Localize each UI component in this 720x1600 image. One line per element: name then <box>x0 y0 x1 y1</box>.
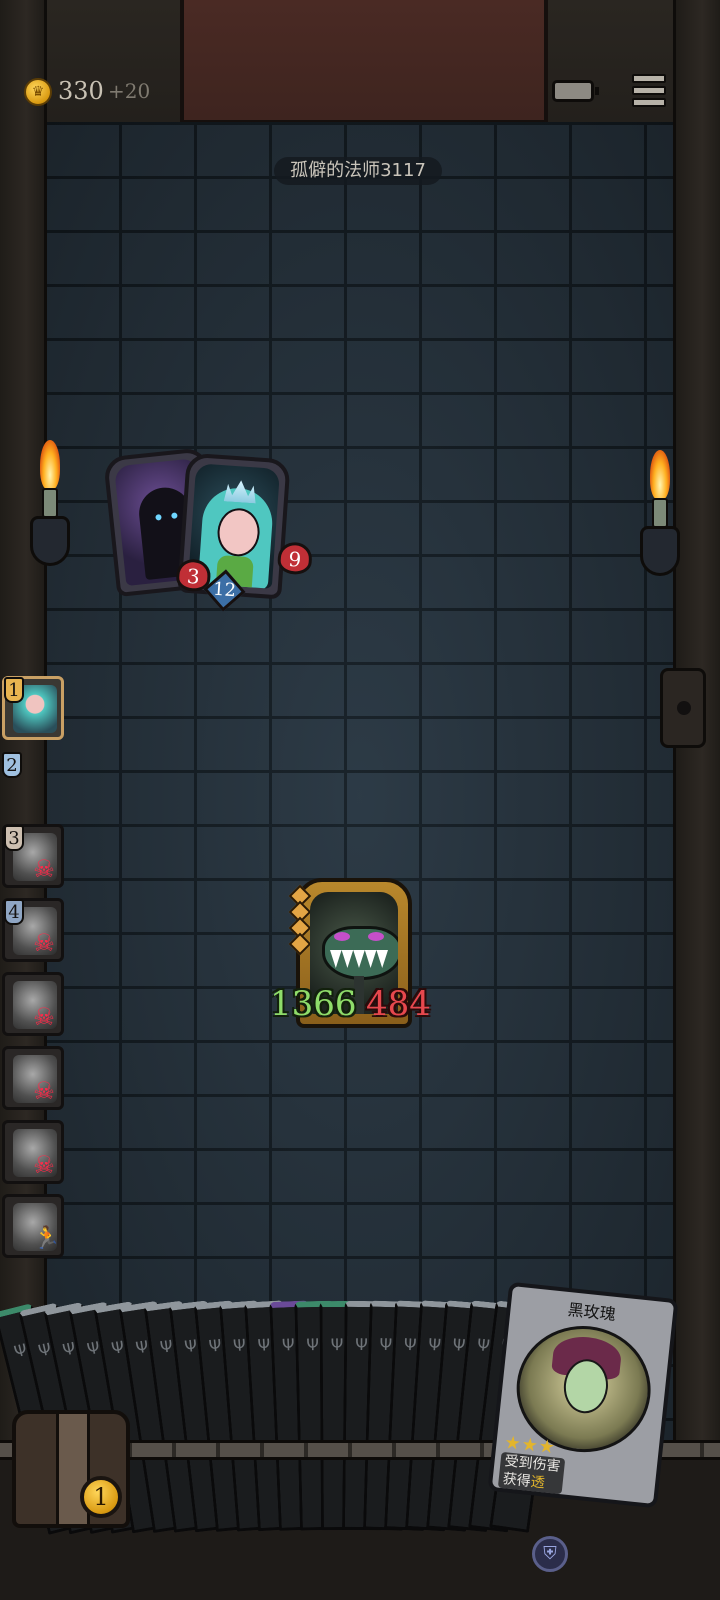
queue-order-badge: 1 <box>4 677 24 703</box>
skull-icon: ☠ <box>33 1151 55 1179</box>
boss-attack: 484 <box>366 984 431 1024</box>
coin-amount: 330 <box>58 77 104 105</box>
flame-icon <box>650 450 670 500</box>
fairy-armor-value: 12 <box>212 578 237 602</box>
side-door-knob <box>660 668 706 748</box>
shield-icon[interactable]: ⛨ <box>532 1536 568 1572</box>
featured-card-text: 受到伤害 获得透 <box>497 1451 566 1495</box>
queue-slot-6[interactable]: ☠ <box>2 1046 64 1110</box>
fleeing-icon: 🏃 <box>33 1226 61 1251</box>
queue-slot-3[interactable]: ☠ 3 <box>2 824 64 888</box>
skull-icon: ☠ <box>33 1077 55 1105</box>
queue-slot-7[interactable]: ☠ <box>2 1120 64 1184</box>
enemy-unit-fairy[interactable]: 3 12 9 <box>175 452 313 612</box>
crown-icon <box>224 479 257 503</box>
queue-order-badge: 4 <box>4 899 24 925</box>
torch-right <box>640 450 680 600</box>
queue-slot-5[interactable]: ☠ <box>2 972 64 1036</box>
queue-slot-1[interactable]: 1 <box>2 676 64 740</box>
right-frame <box>673 0 720 1600</box>
skull-icon: ☠ <box>33 1003 55 1031</box>
skull-icon: ☠ <box>33 855 55 883</box>
featured-card-title: 黑玫瑰 <box>566 1299 617 1324</box>
battery-icon <box>552 80 599 102</box>
chest-count-badge: 1 <box>80 1476 122 1518</box>
featured-card-black-rose[interactable]: 黑玫瑰 ★★★ 受到伤害 获得透 <box>487 1281 679 1509</box>
skull-icon: ☠ <box>33 929 55 957</box>
coin-gain: +20 <box>108 79 151 103</box>
coin-icon: ♛ <box>24 78 52 106</box>
queue-slot-8[interactable]: 🏃 <box>2 1194 64 1258</box>
queue-slot-4[interactable]: ☠ 4 <box>2 898 64 962</box>
curtain <box>180 0 548 124</box>
flame-icon <box>40 440 60 490</box>
queue-order-badge: 2 <box>2 752 22 778</box>
torch-left <box>30 440 70 590</box>
queue-order-badge: 3 <box>4 825 24 851</box>
menu-icon[interactable] <box>632 74 666 107</box>
opponent-name: 孤僻的法师3117 <box>274 157 442 185</box>
boss-health: 1366 <box>270 984 357 1024</box>
